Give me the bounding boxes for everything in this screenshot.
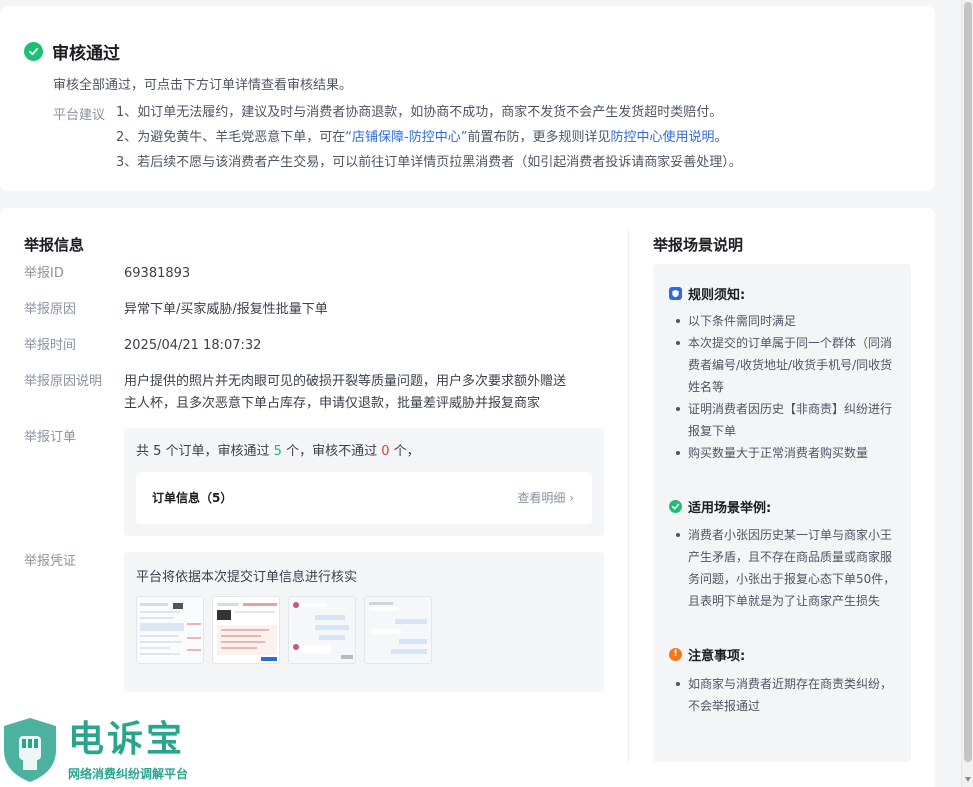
evidence-image-3[interactable]: [288, 596, 356, 664]
check-circle-icon: [669, 500, 682, 513]
report-card: 举报信息 举报ID 69381893 举报原因 异常下单/买家威胁/报复性批量下…: [0, 208, 935, 787]
order-info-row[interactable]: 订单信息（5） 查看明细 ›: [136, 472, 592, 524]
notice-item: 如商家与消费者近期存在商责类纠纷，不会举报通过: [675, 673, 899, 717]
chevron-right-icon: ›: [569, 491, 574, 505]
evidence-text: 平台将依据本次提交订单信息进行核实: [136, 570, 358, 585]
evidence-panel: 平台将依据本次提交订单信息进行核实: [124, 552, 604, 692]
control-center-guide-link[interactable]: 防控中心使用说明: [610, 130, 714, 145]
report-time-label: 举报时间: [24, 338, 77, 353]
rules-title: 规则须知:: [688, 288, 746, 303]
scrollbar-thumb[interactable]: [964, 2, 972, 762]
rules-item: 证明消费者因历史【非商责】纠纷进行报复下单: [675, 398, 899, 442]
report-reason-value: 异常下单/买家威胁/报复性批量下单: [124, 302, 328, 317]
rules-list: 以下条件需同时满足 本次提交的订单属于同一个群体（同消费者编号/收货地址/收货手…: [675, 310, 899, 464]
store-protection-link[interactable]: “店铺保障-防控中心”: [345, 130, 467, 145]
example-item: 消费者小张因历史某一订单与商家小王产生矛盾，且不存在商品质量或商家服务问题，小张…: [675, 524, 899, 612]
check-circle-icon: [24, 42, 43, 61]
report-reason-label: 举报原因: [24, 302, 77, 317]
notice-title: 注意事项:: [688, 649, 746, 664]
evidence-image-4[interactable]: [364, 596, 432, 664]
page: 审核通过 审核全部通过，可点击下方订单详情查看审核结果。 平台建议 1、如订单无…: [0, 0, 961, 787]
status-description: 审核全部通过，可点击下方订单详情查看审核结果。: [53, 78, 353, 93]
rules-item: 本次提交的订单属于同一个群体（同消费者编号/收货地址/收货手机号/同收货姓名等: [675, 332, 899, 398]
shield-icon: [669, 287, 682, 300]
orders-fail-count: 0: [381, 444, 390, 459]
rules-item: 以下条件需同时满足: [675, 310, 899, 332]
example-header: 适用场景举例:: [669, 497, 771, 516]
notice-header: ! 注意事项:: [669, 645, 745, 664]
scroll-down-icon[interactable]: [965, 777, 971, 782]
report-explain-line-1: 用户提供的照片并无肉眼可见的破损开裂等质量问题，用户多次要求额外赠送: [124, 374, 567, 389]
example-title: 适用场景举例:: [688, 501, 772, 516]
vertical-scrollbar[interactable]: [961, 0, 973, 787]
notice-list: 如商家与消费者近期存在商责类纠纷，不会举报通过: [675, 673, 899, 717]
advice-item-2: 2、为避免黄牛、羊毛党恶意下单，可在“店铺保障-防控中心”前置布防，更多规则详见…: [116, 130, 728, 145]
report-evidence-label: 举报凭证: [24, 554, 77, 569]
report-id-label: 举报ID: [24, 266, 64, 281]
evidence-image-2[interactable]: [212, 596, 280, 664]
report-explain-label: 举报原因说明: [24, 374, 103, 389]
status-header: 审核通过: [24, 39, 120, 64]
orders-pass-count: 5: [273, 444, 282, 459]
orders-panel: 共 5 个订单，审核通过 5 个，审核不通过 0 个， 订单信息（5） 查看明细…: [124, 428, 604, 536]
report-orders-label: 举报订单: [24, 430, 77, 445]
advice-item-3: 3、若后续不愿与该消费者产生交易，可以前往订单详情页拉黑消费者（如引起消费者投诉…: [116, 155, 742, 170]
audit-result-card: 审核通过 审核全部通过，可点击下方订单详情查看审核结果。 平台建议 1、如订单无…: [0, 6, 935, 191]
advice-item-1: 1、如订单无法履约，建议及时与消费者协商退款，如协商不成功，商家不发货不会产生发…: [116, 105, 723, 120]
status-title: 审核通过: [52, 44, 120, 64]
example-list: 消费者小张因历史某一订单与商家小王产生矛盾，且不存在商品质量或商家服务问题，小张…: [675, 524, 899, 612]
warning-icon: !: [669, 648, 682, 661]
rules-item: 购买数量大于正常消费者购买数量: [675, 442, 899, 464]
column-divider: [628, 230, 629, 762]
advice-label: 平台建议: [53, 108, 106, 123]
rules-header: 规则须知:: [669, 284, 745, 303]
orders-summary: 共 5 个订单，审核通过 5 个，审核不通过 0 个，: [136, 444, 420, 459]
report-explain-line-2: 主人杯，且多次恶意下单占库存，申请仅退款，批量差评威胁并报复商家: [124, 396, 541, 411]
scene-panel: 规则须知: 以下条件需同时满足 本次提交的订单属于同一个群体（同消费者编号/收货…: [653, 264, 911, 762]
scene-title: 举报场景说明: [653, 236, 744, 254]
evidence-image-1[interactable]: [136, 596, 204, 664]
watermark-title: 电诉宝: [68, 719, 186, 760]
shield-fist-icon: [4, 718, 56, 782]
report-info-title: 举报信息: [24, 236, 85, 254]
report-id-value: 69381893: [124, 266, 191, 281]
report-time-value: 2025/04/21 18:07:32: [124, 338, 262, 353]
watermark-logo: 电诉宝 网络消费纠纷调解平台: [0, 712, 215, 787]
watermark-subtitle: 网络消费纠纷调解平台: [68, 767, 189, 781]
order-info-title: 订单信息（5）: [152, 491, 233, 505]
view-details-link[interactable]: 查看明细 ›: [517, 489, 574, 506]
